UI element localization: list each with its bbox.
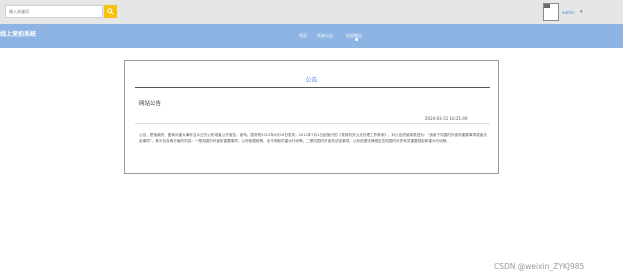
search-button[interactable]	[104, 5, 117, 18]
nav-bar: 线上竞拍系统 首页 系统公告 拍卖物品	[0, 24, 623, 48]
search-icon	[107, 8, 114, 15]
announcement-title: 网站公告	[139, 101, 162, 107]
watermark: CSDN @weixin_ZYKJ985	[494, 262, 585, 271]
nav-item-home[interactable]: 首页	[299, 33, 307, 39]
section-divider	[135, 87, 490, 88]
nav-item-auction-items[interactable]: 拍卖物品	[346, 33, 362, 39]
content-divider	[135, 123, 490, 124]
nav-item-announcements[interactable]: 系统公告	[317, 33, 333, 39]
announcement-content: 公告，是指政府、团体对重大事件当众正式公布或者公开宣告，宣布。国务院2012年4…	[139, 133, 487, 143]
nav-active-indicator	[355, 38, 358, 41]
site-title: 线上竞拍系统	[0, 31, 37, 38]
search-input[interactable]	[5, 5, 103, 18]
section-title: 公告	[305, 77, 318, 84]
user-name[interactable]: admin	[562, 10, 575, 15]
announcement-card: 公告 网站公告 2024-03-31 16:21:49 公告，是指政府、团体对重…	[124, 60, 499, 174]
announcement-timestamp: 2024-03-31 16:21:49	[425, 116, 468, 121]
avatar[interactable]	[543, 3, 559, 21]
top-bar: admin ▾	[0, 0, 623, 24]
caret-down-icon[interactable]: ▾	[580, 9, 583, 15]
